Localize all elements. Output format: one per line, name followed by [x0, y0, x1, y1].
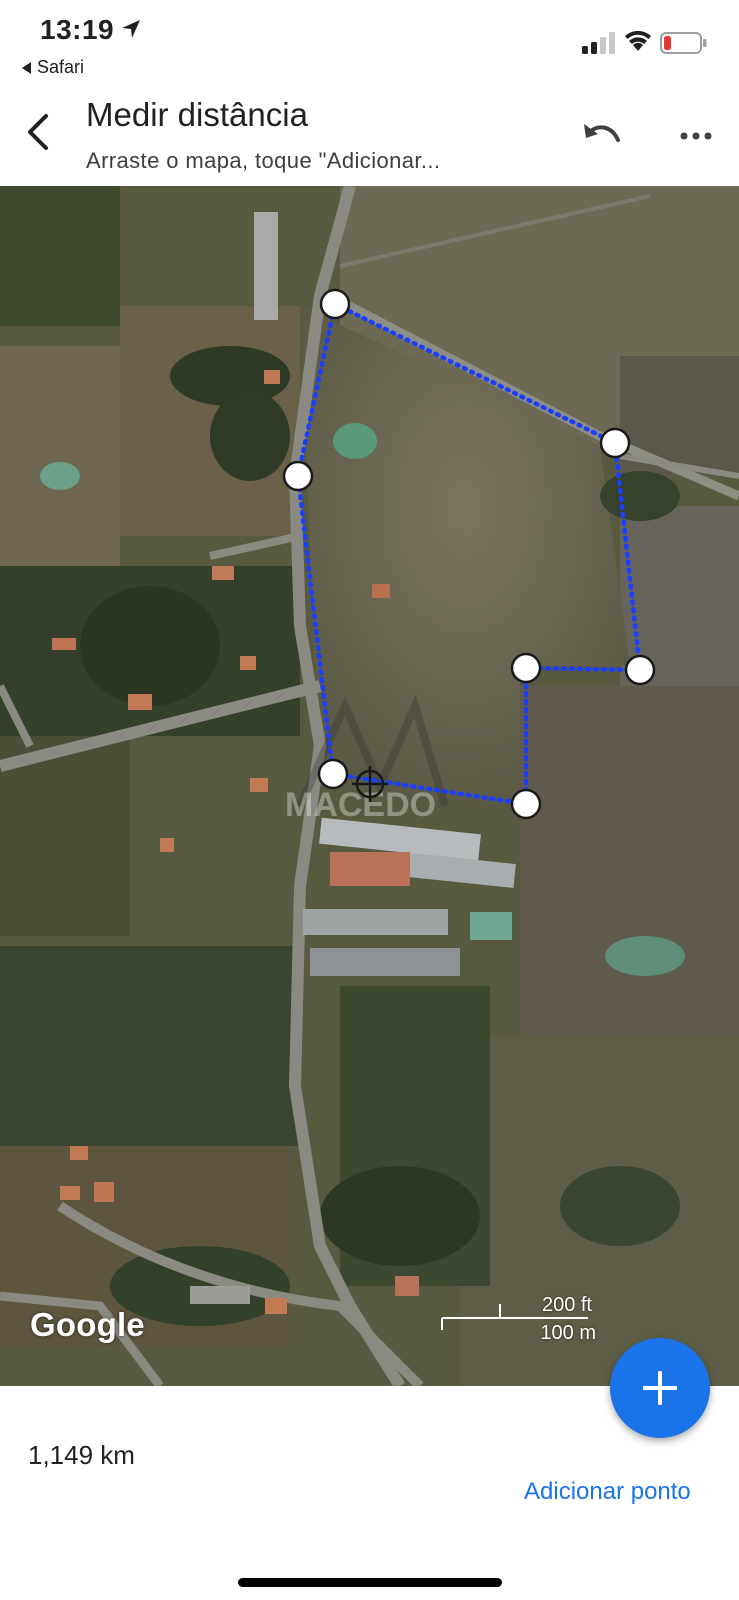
measure-point [282, 460, 314, 492]
scale-feet-label: 200 ft [541, 1294, 592, 1316]
more-options-icon[interactable] [680, 124, 712, 148]
status-bar: 13:19 Safari [0, 0, 739, 80]
back-to-safari[interactable]: Safari [22, 57, 84, 78]
home-indicator[interactable] [238, 1578, 502, 1587]
cellular-signal-icon [582, 32, 615, 54]
page-subtitle: Arraste o mapa, toque "Adicionar... [86, 148, 441, 173]
measure-point [599, 427, 631, 459]
google-logo: Google [30, 1306, 145, 1343]
app-header: Medir distância Arraste o mapa, toque "A… [0, 80, 739, 186]
measure-point [510, 788, 542, 820]
map-scale-bar: 200 ft 100 m [440, 1294, 600, 1344]
measure-point [510, 652, 542, 684]
status-time: 13:19 [40, 14, 115, 45]
total-distance: 1,149 km [28, 1440, 135, 1470]
back-app-label: Safari [37, 57, 85, 77]
add-point-button[interactable]: Adicionar ponto [524, 1478, 691, 1506]
map-imagery: MACEDO [0, 186, 739, 1386]
measure-point [317, 758, 349, 790]
measure-point [624, 654, 656, 686]
wifi-icon [625, 30, 651, 51]
satellite-map[interactable]: MACEDO Google 200 ft 100 m [0, 186, 739, 1386]
back-triangle-icon [22, 61, 31, 74]
add-point-fab[interactable] [610, 1338, 710, 1438]
back-arrow-icon[interactable] [22, 110, 56, 154]
page-title: Medir distância [86, 96, 308, 133]
undo-icon[interactable] [580, 118, 624, 152]
battery-low-icon [660, 32, 707, 54]
scale-meters-label: 100 m [540, 1322, 596, 1344]
measure-point [319, 288, 351, 320]
plus-icon [643, 1371, 677, 1405]
location-arrow-icon [122, 20, 140, 38]
